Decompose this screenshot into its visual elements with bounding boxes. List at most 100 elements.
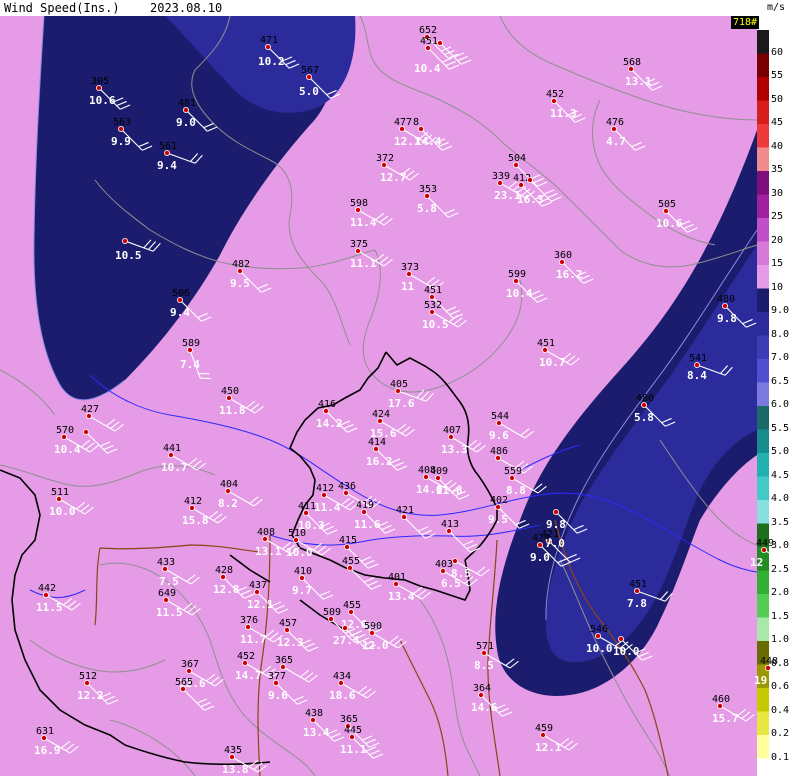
legend-label: 7.0 <box>771 352 790 363</box>
station-speed-label: 8.4 <box>687 369 707 382</box>
station-id-label: 421 <box>396 505 414 516</box>
station-speed-label: 16.3 <box>517 193 544 206</box>
station-speed-label: 13.4 <box>303 726 330 739</box>
station-id-label: 415 <box>339 535 357 546</box>
station-speed-label: 8.2 <box>218 497 238 510</box>
legend-swatch-2.0 <box>757 570 769 594</box>
station-speed-label: 15.8 <box>182 514 209 527</box>
legend-label: 1.0 <box>771 634 790 645</box>
station-speed-label: 13.1 <box>625 75 652 88</box>
station-id-label: 401 <box>388 572 406 583</box>
station-speed-label: 9.9 <box>111 135 131 148</box>
station-id-label: 411 <box>298 501 316 512</box>
station-id-label: 631 <box>36 726 54 737</box>
station-speed-label: 10.5 <box>115 249 142 262</box>
station-id-label: 416 <box>318 399 336 410</box>
station-id-label: 373 <box>401 262 419 273</box>
legend-label: 2.0 <box>771 587 790 598</box>
legend-swatch-30 <box>757 171 769 195</box>
station-speed-label: 11.1 <box>350 257 377 270</box>
legend-swatch-55 <box>757 53 769 77</box>
legend-label: 3.5 <box>771 516 790 528</box>
station-id-label: 419 <box>356 500 374 511</box>
station-speed-label: 11.5 <box>156 606 183 619</box>
station-dot <box>417 126 424 133</box>
station-speed-label: 9.5 <box>230 277 250 290</box>
legend-label: 10 <box>771 281 784 293</box>
station-speed-label: 11.3 <box>550 107 577 120</box>
legend-swatch-8.0 <box>757 312 769 336</box>
station-speed-label: 10.0 <box>613 645 640 658</box>
station-id-label: 481 <box>178 98 196 109</box>
legend-label: 30 <box>771 187 784 199</box>
station-count-badge: 718# <box>731 16 759 29</box>
station-id-label: 546 <box>590 624 608 635</box>
station-speed-label: 11.4 <box>350 216 377 229</box>
station-id-label: 486 <box>490 446 508 457</box>
station-id-label: 435 <box>224 745 242 756</box>
station-id-label: 410 <box>294 566 312 577</box>
station-id-label: 305 <box>91 76 109 87</box>
station-speed-label: 9.0 <box>530 551 550 564</box>
station-speed-label: 13.3 <box>441 443 468 456</box>
station-id-label: 428 <box>215 565 233 576</box>
legend-label: 20 <box>771 234 784 246</box>
station-speed-label: 12.8 <box>213 583 240 596</box>
legend-swatch-0.1 <box>757 735 769 759</box>
station-id-label: 652 <box>419 25 437 36</box>
station-speed-label: 9.6 <box>268 689 288 702</box>
station-id-label: 460 <box>712 694 730 705</box>
legend-swatch-50 <box>757 77 769 101</box>
station-speed-label: 13.1 <box>255 545 282 558</box>
station-id-label: 403 <box>435 559 453 570</box>
legend-label: 55 <box>771 70 784 81</box>
legend-swatch-25 <box>757 194 769 218</box>
station-id-label: 433 <box>157 557 175 568</box>
station-speed-label: 11 <box>401 280 415 293</box>
legend-swatch-3.5 <box>757 500 769 524</box>
station-id-label: 505 <box>658 199 676 210</box>
station-id-label: 451 <box>420 36 438 47</box>
station-speed-label: 15.7 <box>712 712 739 725</box>
station-id-label: 567 <box>301 65 319 76</box>
station-id-label: 436 <box>338 481 356 492</box>
station-speed-label: 17.6 <box>388 397 415 410</box>
legend-label: 40 <box>771 140 784 152</box>
station-id-label: 455 <box>342 556 360 567</box>
station-speed-label: 13.4 <box>388 590 415 603</box>
legend-label: 45 <box>771 117 784 128</box>
station-speed-label: 12.7 <box>380 171 407 184</box>
station-id-label: 424 <box>372 409 390 420</box>
legend-label: 1.5 <box>771 610 790 622</box>
station-speed-label: 7.4 <box>180 358 200 371</box>
legend-label: 25 <box>771 211 784 222</box>
legend-swatch-4.0 <box>757 476 769 500</box>
station-speed-label: 8.5 <box>474 659 494 672</box>
map-canvas[interactable]: 65247110.245110.4 56813.15675.030510.6 452… <box>0 0 796 776</box>
station-speed-label: 4.7 <box>606 135 626 148</box>
legend-swatch-1.5 <box>757 594 769 618</box>
station-id-label: 360 <box>554 250 572 261</box>
station-id-label: 459 <box>535 723 553 734</box>
station-id-label: 565 <box>175 677 193 688</box>
station-speed-label: 16.2 <box>366 455 393 468</box>
station-id-label: 480 <box>717 294 735 305</box>
station-id-label: 511 <box>51 487 69 498</box>
legend-swatch-5.5 <box>757 406 769 430</box>
legend-swatch-20 <box>757 218 769 242</box>
station-id-label: 437 <box>249 580 267 591</box>
station-id-label: 339 <box>492 171 510 182</box>
station-dot <box>83 428 90 435</box>
legend-label: 2.5 <box>771 563 790 575</box>
station-dot <box>527 176 534 183</box>
station-speed-label: 9.6 <box>489 429 509 442</box>
station-id-label: 445 <box>344 725 362 736</box>
station-speed-label: 10.0 <box>49 505 76 518</box>
legend-label: 6.0 <box>771 399 790 410</box>
station-id-label: 405 <box>390 379 408 390</box>
station-id-label: 407 <box>443 425 461 436</box>
station-speed-label: 27.4 <box>333 634 360 647</box>
station-id-label: 376 <box>240 615 258 626</box>
legend-label: 0.2 <box>771 728 790 739</box>
station-speed-label: 19 <box>754 674 767 687</box>
